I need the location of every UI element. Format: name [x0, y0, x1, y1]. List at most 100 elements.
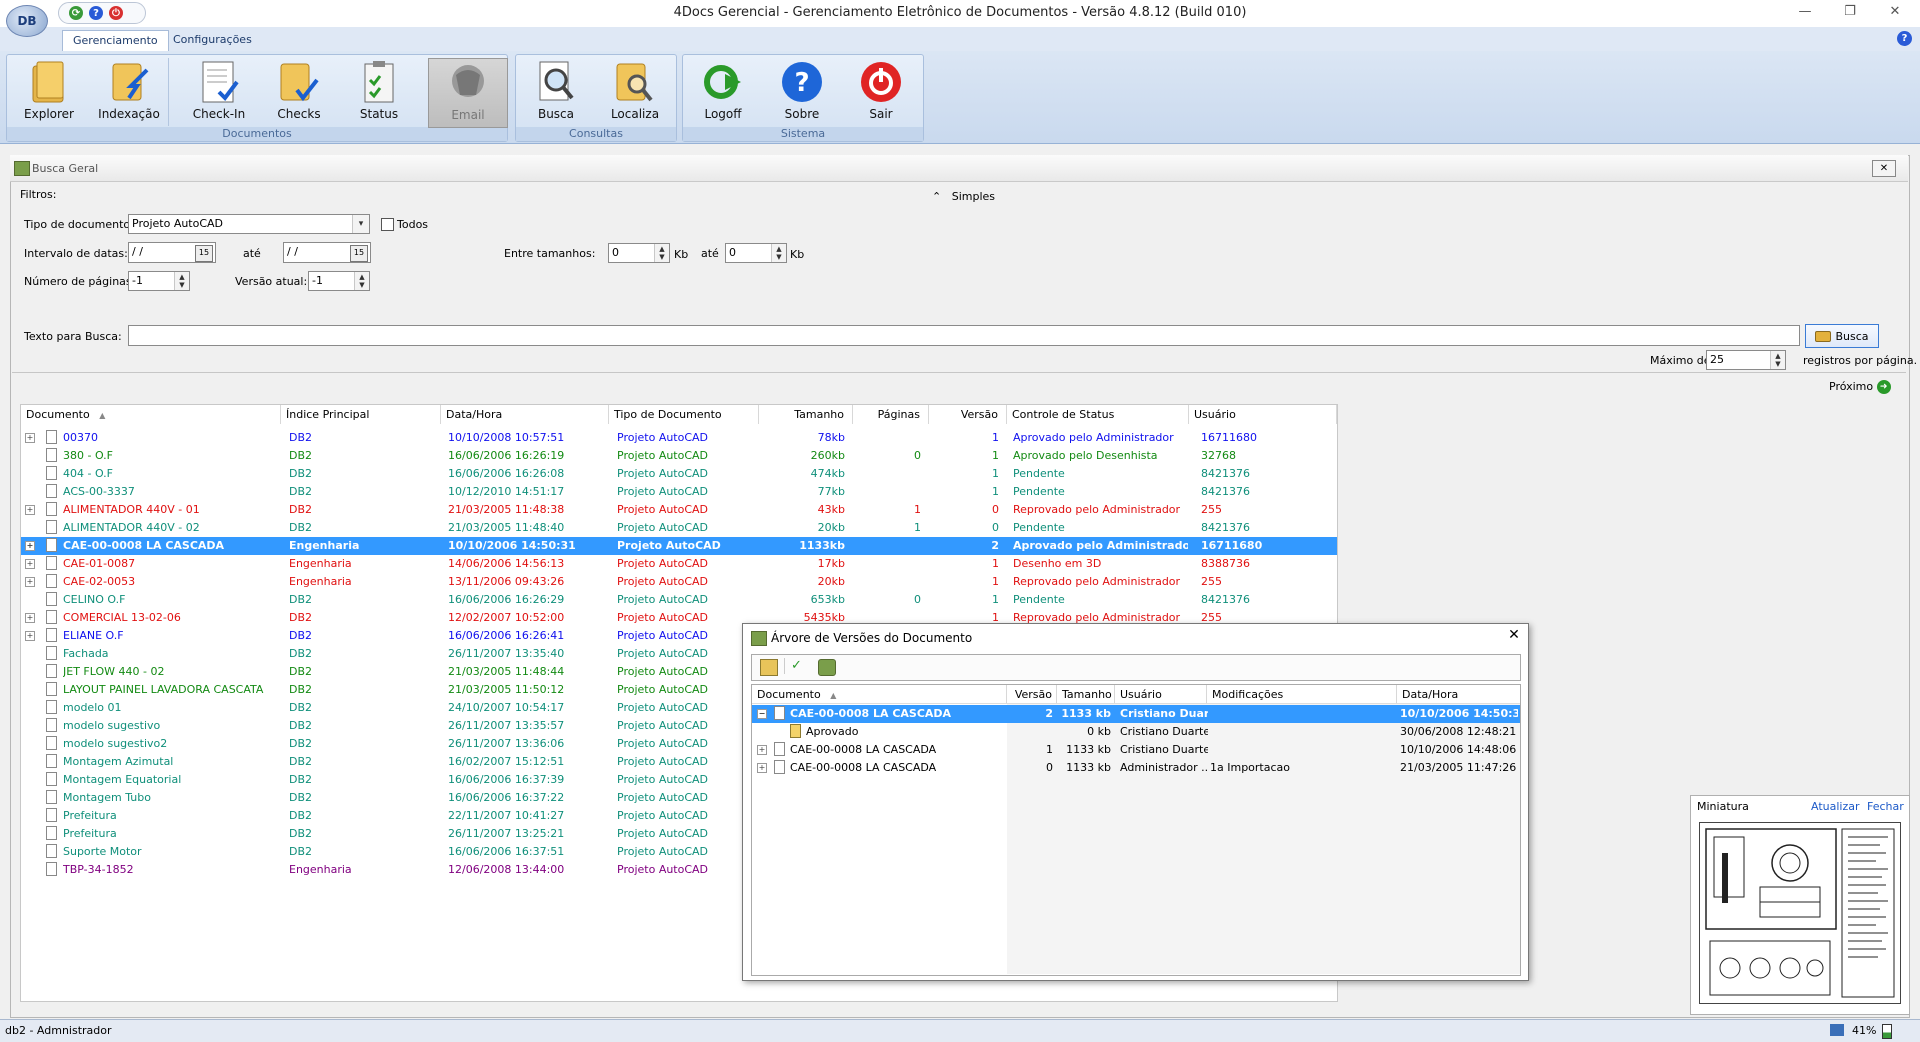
panel-close-button[interactable]: ✕ [1872, 160, 1896, 177]
column-header-modificacoes[interactable]: Modificações [1207, 685, 1397, 703]
expand-icon[interactable]: + [25, 577, 35, 587]
expand-icon[interactable]: + [25, 541, 35, 551]
fechar-link[interactable]: Fechar [1867, 800, 1904, 813]
column-header-tamanho[interactable]: Tamanho [1057, 685, 1115, 703]
collapse-icon[interactable]: − [757, 709, 767, 719]
spinner-icon[interactable]: ▲ ▼ [771, 244, 786, 262]
expand-icon[interactable]: + [25, 559, 35, 569]
help-icon[interactable]: ? [1897, 31, 1912, 46]
close-icon[interactable]: ✕ [1880, 4, 1910, 22]
tab-gerenciamento[interactable]: Gerenciamento [62, 30, 169, 51]
versao-field[interactable]: -1 ▲ ▼ [308, 271, 370, 291]
document-icon [46, 718, 57, 732]
table-row[interactable]: + CAE-01-0087 Engenharia 14/06/2006 14:56:1… [21, 555, 1337, 573]
version-row[interactable]: + CAE-00-0008 LA CASCADA 1 1133 kb Cristiano… [752, 741, 1520, 759]
tamanho-min-field[interactable]: 0 ▲ ▼ [608, 243, 670, 263]
column-header-paginas[interactable]: Páginas [853, 405, 929, 424]
cell-pag: 1 [914, 521, 921, 534]
logoff-button[interactable]: Logoff [684, 58, 762, 126]
calendar-icon[interactable]: 15 [350, 245, 368, 262]
check-in-button[interactable]: Check-In [180, 58, 258, 126]
table-row[interactable]: 380 - O.F DB2 16/06/2006 16:26:19 Projeto A… [21, 447, 1337, 465]
column-header-usuario[interactable]: Usuário [1115, 685, 1207, 703]
tab-configuracoes[interactable]: Configurações [163, 30, 262, 51]
column-header-versao[interactable]: Versão [1007, 685, 1057, 703]
spinner-icon[interactable]: ▲ ▼ [174, 272, 189, 290]
cell-indice: Engenharia [289, 557, 352, 570]
busca-search-button[interactable]: Busca [1805, 324, 1879, 348]
expand-icon[interactable]: + [25, 613, 35, 623]
app-logo[interactable]: DB [6, 5, 48, 37]
version-row[interactable]: − CAE-00-0008 LA CASCADA 2 1133 kb Cristiano… [752, 705, 1520, 723]
proximo-button[interactable]: Próximo ➜ [1829, 380, 1891, 394]
expand-icon[interactable]: + [25, 433, 35, 443]
cell-data: 12/02/2007 10:52:00 [448, 611, 565, 624]
data-final-field[interactable]: / / 15 [283, 242, 371, 263]
column-header-documento[interactable]: Documento ▲ [752, 685, 1007, 703]
busca-button[interactable]: Busca [517, 58, 595, 126]
cell-tam: 77kb [817, 485, 845, 498]
cell-doc: CAE-01-0087 [63, 557, 136, 570]
field-value: 0 [729, 246, 736, 259]
cell-tipo: Projeto AutoCAD [617, 629, 709, 642]
expand-icon[interactable]: + [25, 505, 35, 515]
cell-ver: 0 [992, 503, 999, 516]
spinner-icon[interactable]: ▲ ▼ [654, 244, 669, 262]
version-row[interactable]: + CAE-00-0008 LA CASCADA 0 1133 kb Administr… [752, 759, 1520, 777]
todos-checkbox[interactable] [381, 218, 394, 231]
table-row[interactable]: ALIMENTADOR 440V - 02 DB2 21/03/2005 11:48… [21, 519, 1337, 537]
column-header-datahora[interactable]: Data/Hora [1397, 685, 1520, 703]
logoff-arrow-icon [700, 60, 746, 104]
sobre-button[interactable]: ? Sobre [763, 58, 841, 126]
table-row[interactable]: + ALIMENTADOR 440V - 01 DB2 21/03/2005 11:4… [21, 501, 1337, 519]
table-row[interactable]: + CAE-00-0008 LA CASCADA Engenharia 10/10/2… [21, 537, 1337, 555]
maximo-field[interactable]: 25 ▲ ▼ [1706, 350, 1786, 370]
table-row[interactable]: +00370 DB2 10/10/2008 10:57:51 Projeto Auto… [21, 429, 1337, 447]
column-header-status[interactable]: Controle de Status [1007, 405, 1189, 424]
tipo-documento-select[interactable]: Projeto AutoCAD ▾ [128, 214, 370, 234]
version-row[interactable]: Aprovado 0 kb Cristiano Duarte 30/06/2008 1… [752, 723, 1520, 741]
column-header-tamanho[interactable]: Tamanho [759, 405, 853, 424]
column-header-documento[interactable]: Documento ▲ [21, 405, 281, 424]
email-button[interactable]: Email [428, 58, 508, 128]
cell-data: 13/11/2006 09:43:26 [448, 575, 565, 588]
localiza-button[interactable]: Localiza [596, 58, 674, 126]
status-button[interactable]: Status [340, 58, 418, 126]
column-header-tipo[interactable]: Tipo de Documento [609, 405, 759, 424]
indexacao-button[interactable]: Indexação [90, 58, 169, 126]
column-header-data[interactable]: Data/Hora [441, 405, 609, 424]
check-icon[interactable]: ✓ [784, 658, 807, 674]
simples-toggle[interactable]: ⌃ Simples [932, 190, 995, 203]
column-header-versao[interactable]: Versão [929, 405, 1007, 424]
table-row[interactable]: + CAE-02-0053 Engenharia 13/11/2006 09:43:2… [21, 573, 1337, 591]
cell-indice: DB2 [289, 719, 313, 732]
chevron-down-icon[interactable]: ▾ [352, 215, 369, 233]
paginas-field[interactable]: -1 ▲ ▼ [128, 271, 190, 291]
export-icon[interactable] [818, 659, 836, 676]
cell-doc: CAE-00-0008 LA CASCADA [790, 743, 937, 756]
calendar-icon[interactable]: 15 [195, 245, 213, 262]
spinner-icon[interactable]: ▲ ▼ [354, 272, 369, 290]
sair-button[interactable]: Sair [842, 58, 920, 126]
ate-label: até [701, 247, 719, 260]
expand-icon[interactable]: + [25, 631, 35, 641]
spinner-icon[interactable]: ▲ ▼ [1770, 351, 1785, 369]
data-inicial-field[interactable]: / / 15 [128, 242, 216, 263]
minimize-icon[interactable]: — [1790, 4, 1820, 22]
table-row[interactable]: CELINO O.F DB2 16/06/2006 16:26:29 Projeto … [21, 591, 1337, 609]
explorer-button[interactable]: Explorer [10, 58, 88, 126]
open-folder-icon[interactable] [760, 659, 778, 676]
checks-button[interactable]: Checks [260, 58, 338, 126]
table-row[interactable]: ACS-00-3337 DB2 10/12/2010 14:51:17 Projeto… [21, 483, 1337, 501]
atualizar-link[interactable]: Atualizar [1811, 800, 1860, 813]
table-row[interactable]: 404 - O.F DB2 16/06/2006 16:26:08 Projeto A… [21, 465, 1337, 483]
restore-icon[interactable]: ❐ [1835, 4, 1865, 22]
expand-icon[interactable]: + [757, 763, 767, 773]
tamanho-max-field[interactable]: 0 ▲ ▼ [725, 243, 787, 263]
expand-icon[interactable]: + [757, 745, 767, 755]
cell-pag: 1 [914, 503, 921, 516]
dialog-close-icon[interactable]: ✕ [1505, 627, 1523, 645]
column-header-indice[interactable]: Índice Principal [281, 405, 441, 424]
texto-busca-input[interactable] [128, 325, 1800, 346]
column-header-usuario[interactable]: Usuário [1189, 405, 1337, 424]
